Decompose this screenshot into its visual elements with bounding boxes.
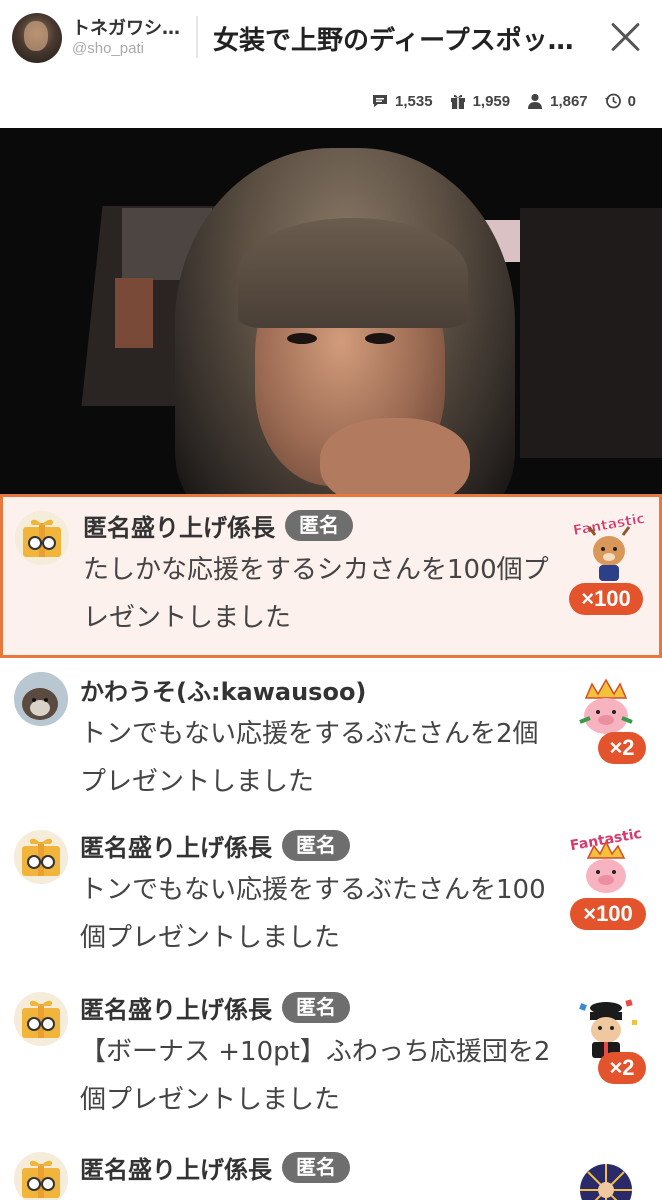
host-name[interactable]: トネガワシ… — [72, 14, 180, 40]
anonymous-badge: 匿名 — [282, 992, 350, 1023]
gift-count-badge: ×2 — [598, 1052, 646, 1084]
gift-message: トンでもない応援をするぶたさんを2個プレゼントしました — [80, 719, 539, 797]
gift-message: たしかな応援をするシカさんを100個プレゼントしました — [83, 555, 549, 633]
gift-box-glasses-icon — [14, 992, 68, 1046]
sender-name[interactable]: かわうそ(ふ:kawausoo) — [80, 672, 366, 707]
gift-message: 【ボーナス +10pt】ふわっち応援団を2個プレゼントしました — [80, 1037, 551, 1115]
gift-message: トンでもない応援をするぶたさんを100個プレゼントしました — [80, 875, 546, 953]
live-title: 女装で上野のディープスポッ… — [213, 26, 574, 56]
feed-item[interactable]: 匿名盛り上げ係長 匿名 トンでもない応援をするぶたさんを100個プレゼントしまし… — [0, 814, 662, 978]
fireworks-gift-icon — [566, 1150, 646, 1200]
sender-name-row: 匿名盛り上げ係長 匿名 — [80, 990, 350, 1025]
viewer-count-value: 1,867 — [550, 92, 588, 110]
video-background-box — [115, 278, 153, 348]
feed-item[interactable]: 匿名盛り上げ係長 匿名 — [0, 1138, 662, 1200]
anonymous-avatar[interactable] — [14, 1152, 68, 1200]
gift-feed[interactable]: 匿名盛り上げ係長 匿名 たしかな応援をするシカさんを100個プレゼントしました … — [0, 494, 662, 1200]
anonymous-avatar[interactable] — [14, 992, 68, 1046]
comment-count-value: 1,535 — [395, 92, 433, 110]
comment-icon — [373, 95, 388, 107]
gift-count: 1,959 — [449, 92, 511, 110]
time-count: 0 — [604, 92, 636, 110]
otter-avatar-icon — [14, 672, 68, 726]
deer-gift-icon: Fantastic — [569, 511, 649, 583]
pig-fantastic-gift-icon: Fantastic — [566, 826, 646, 900]
sender-name-row: 匿名盛り上げ係長 匿名 — [80, 828, 350, 863]
feed-item[interactable]: 匿名盛り上げ係長 匿名 【ボーナス +10pt】ふわっち応援団を2個プレゼントし… — [0, 976, 662, 1140]
cheer-squad-gift-icon — [566, 990, 646, 1062]
gift-icon — [450, 94, 465, 109]
video-person-eye-right — [365, 333, 395, 344]
host-avatar[interactable] — [12, 13, 62, 63]
gift-label: Fantastic — [572, 511, 646, 539]
viewer-count: 1,867 — [526, 92, 588, 110]
gift-count-badge: ×100 — [570, 898, 646, 930]
comment-count: 1,535 — [371, 92, 433, 110]
gift-box-glasses-icon — [14, 1152, 68, 1200]
video-person-eye-left — [287, 333, 317, 344]
host-id: @sho_pati — [72, 40, 144, 57]
header-divider — [196, 16, 198, 58]
video-person-bangs — [238, 218, 468, 328]
anonymous-badge: 匿名 — [282, 1152, 350, 1183]
gift-count-value: 1,959 — [472, 92, 511, 110]
sender-name-row: かわうそ(ふ:kawausoo) — [80, 672, 366, 707]
sender-name-row: 匿名盛り上げ係長 匿名 — [83, 508, 353, 543]
anonymous-badge: 匿名 — [285, 510, 353, 541]
person-icon — [528, 93, 543, 109]
sender-name[interactable]: 匿名盛り上げ係長 — [80, 828, 272, 863]
header: トネガワシ… @sho_pati 女装で上野のディープスポッ… — [0, 0, 662, 76]
gift-box-glasses-icon — [15, 511, 69, 565]
user-avatar[interactable] — [14, 672, 68, 726]
sender-name[interactable]: 匿名盛り上げ係長 — [83, 508, 275, 543]
video-background-shelf — [520, 208, 662, 458]
sender-name[interactable]: 匿名盛り上げ係長 — [80, 990, 272, 1025]
time-count-value: 0 — [627, 92, 636, 110]
stats-bar: 1,535 1,959 1,867 0 — [371, 90, 636, 112]
clock-history-icon — [604, 93, 621, 109]
gift-box-glasses-icon — [14, 830, 68, 884]
gift-count-badge: ×100 — [569, 583, 643, 615]
close-button[interactable] — [604, 16, 648, 60]
video-person-hand — [320, 418, 470, 494]
feed-item[interactable]: 匿名盛り上げ係長 匿名 たしかな応援をするシカさんを100個プレゼントしました … — [0, 494, 662, 658]
sender-name-row: 匿名盛り上げ係長 匿名 — [80, 1150, 350, 1185]
gift-count-badge: ×2 — [598, 732, 646, 764]
live-video[interactable] — [0, 128, 662, 494]
anonymous-avatar[interactable] — [14, 830, 68, 884]
anonymous-avatar[interactable] — [15, 511, 69, 565]
anonymous-badge: 匿名 — [282, 830, 350, 861]
feed-item[interactable]: かわうそ(ふ:kawausoo) トンでもない応援をするぶたさんを2個プレゼント… — [0, 658, 662, 816]
sender-name[interactable]: 匿名盛り上げ係長 — [80, 1150, 272, 1185]
